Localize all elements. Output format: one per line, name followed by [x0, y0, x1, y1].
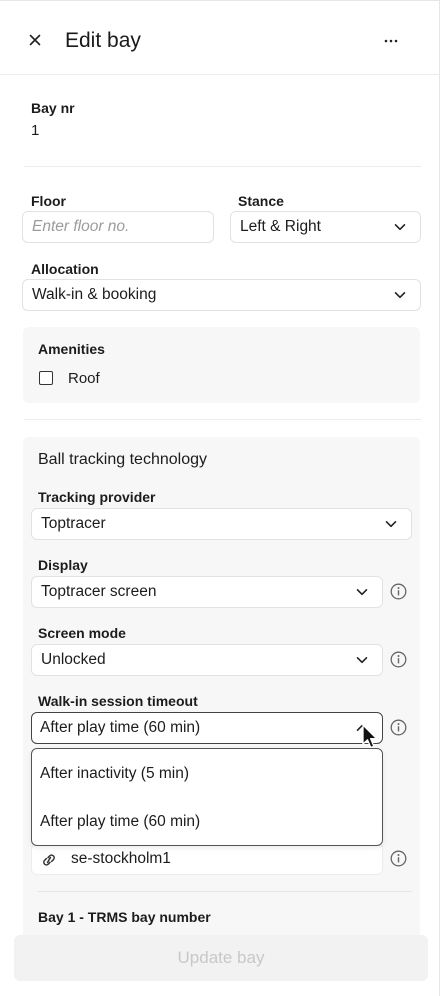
session-timeout-select[interactable]: After play time (60 min)	[31, 712, 383, 744]
divider	[38, 891, 412, 892]
display-value: Toptracer screen	[41, 583, 157, 600]
ball-tracking-title: Ball tracking technology	[38, 451, 207, 468]
roof-checkbox[interactable]	[39, 371, 53, 385]
amenities-panel	[23, 327, 420, 403]
info-icon[interactable]	[390, 850, 407, 867]
mouse-cursor-icon	[362, 724, 378, 749]
floor-input[interactable]: Enter floor no.	[22, 211, 214, 243]
close-icon[interactable]	[26, 31, 44, 49]
site-value: se-stockholm1	[71, 850, 171, 867]
chevron-down-icon	[385, 521, 397, 528]
tracking-provider-value: Toptracer	[41, 515, 106, 532]
floor-label: Floor	[31, 193, 66, 209]
chevron-down-icon	[394, 224, 406, 231]
chevron-down-icon	[356, 657, 368, 664]
floor-placeholder: Enter floor no.	[32, 218, 130, 235]
option-after-play-time[interactable]: After play time (60 min)	[40, 813, 200, 831]
more-options-icon[interactable]	[380, 31, 402, 49]
info-icon[interactable]	[390, 651, 407, 668]
update-bay-button[interactable]: Update bay	[14, 935, 428, 981]
display-label: Display	[38, 557, 88, 573]
session-timeout-value: After play time (60 min)	[40, 719, 201, 736]
screen-mode-label: Screen mode	[38, 625, 126, 641]
display-select[interactable]: Toptracer screen	[31, 576, 383, 608]
screen-mode-value: Unlocked	[41, 651, 106, 668]
info-icon[interactable]	[390, 719, 407, 736]
chevron-down-icon	[356, 589, 368, 596]
stance-label: Stance	[238, 193, 284, 209]
chevron-down-icon	[394, 292, 406, 299]
divider	[24, 166, 421, 167]
session-timeout-label: Walk-in session timeout	[38, 693, 198, 709]
allocation-value: Walk-in & booking	[32, 286, 157, 303]
allocation-label: Allocation	[31, 261, 99, 277]
bay-number-label: Bay nr	[31, 100, 75, 116]
edit-bay-panel: Edit bay Bay nr 1 Floor Enter floor no. …	[0, 0, 440, 996]
stance-value: Left & Right	[240, 218, 321, 235]
page-title: Edit bay	[65, 29, 141, 52]
option-after-inactivity[interactable]: After inactivity (5 min)	[40, 765, 189, 783]
info-icon[interactable]	[390, 583, 407, 600]
link-icon	[43, 854, 55, 866]
trms-bay-label: Bay 1 - TRMS bay number	[38, 909, 211, 925]
roof-label: Roof	[68, 370, 100, 387]
tracking-provider-label: Tracking provider	[38, 489, 156, 505]
amenities-label: Amenities	[38, 341, 105, 357]
bay-number-value: 1	[31, 122, 40, 139]
divider	[24, 419, 421, 420]
allocation-select[interactable]: Walk-in & booking	[22, 279, 421, 311]
session-timeout-options: After inactivity (5 min) After play time…	[31, 748, 383, 846]
tracking-provider-select[interactable]: Toptracer	[31, 508, 412, 540]
screen-mode-select[interactable]: Unlocked	[31, 644, 383, 676]
stance-select[interactable]: Left & Right	[230, 211, 421, 243]
panel-header: Edit bay	[0, 1, 440, 75]
site-field[interactable]: se-stockholm1	[31, 843, 383, 875]
